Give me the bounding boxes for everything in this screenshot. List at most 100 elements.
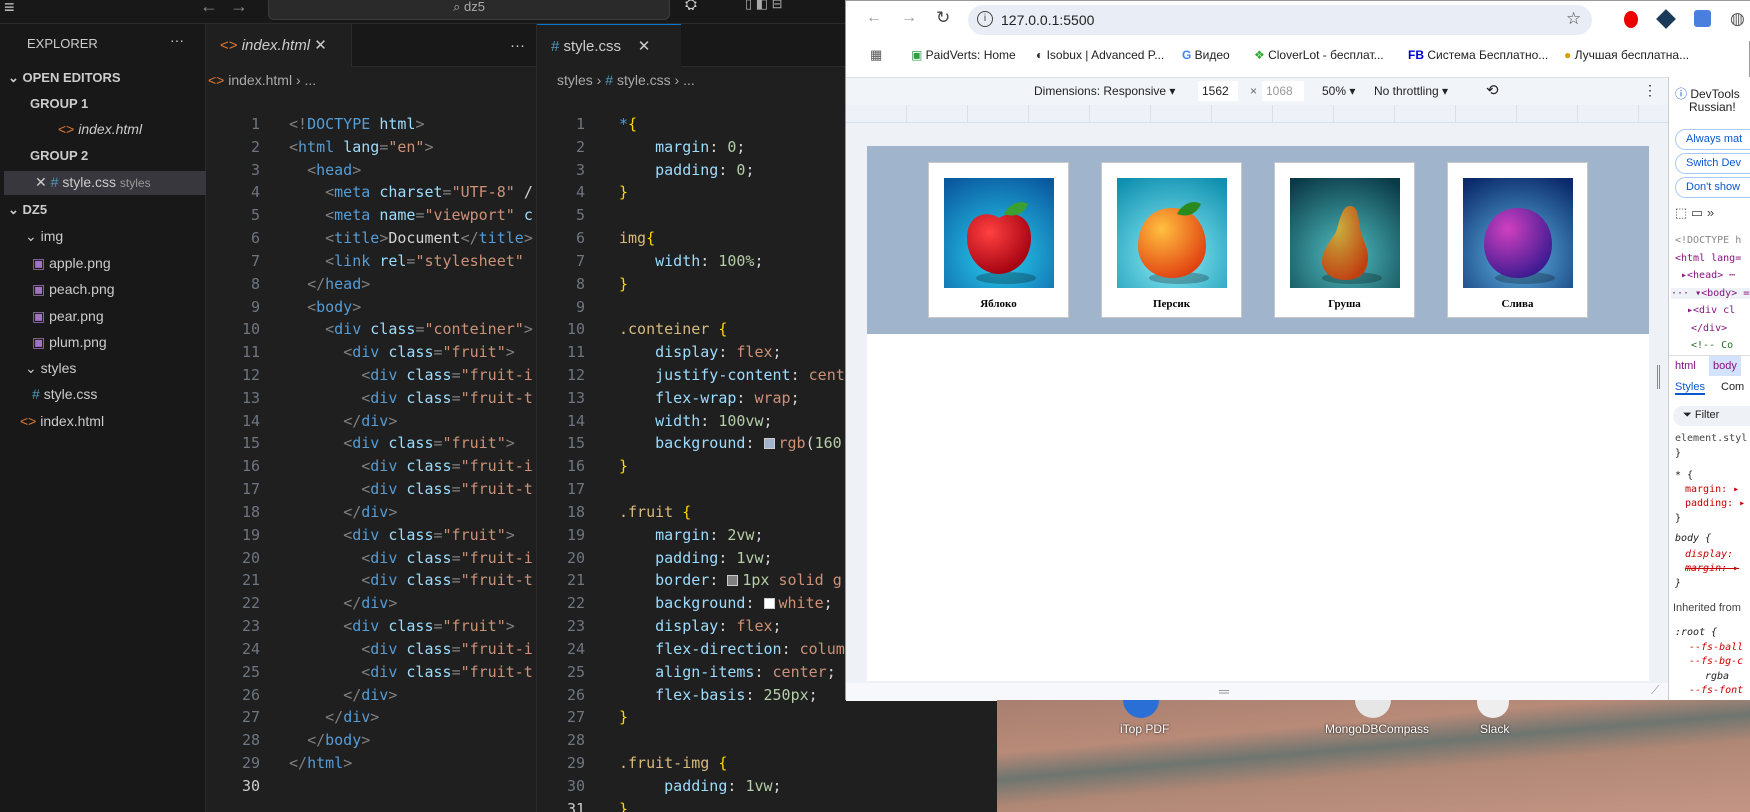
vpn-extension-icon[interactable]: ◍ — [1730, 9, 1745, 29]
code-token: div — [370, 639, 398, 658]
styles-filter-input[interactable]: ⏷ Filter — [1673, 406, 1750, 426]
desktop-icon-itop-pdf[interactable]: iTop PDF — [1120, 722, 1169, 736]
tab-index-html[interactable]: <> index.html ✕ — [206, 24, 352, 67]
file-pear-png[interactable]: ▣ pear.png — [32, 308, 104, 325]
file-index-html[interactable]: <> index.html — [20, 413, 104, 429]
open-editor-index-html[interactable]: <> index.html — [58, 121, 142, 137]
zoom-select[interactable]: 50% ▾ — [1322, 84, 1355, 98]
code-token: "fruit" — [442, 617, 506, 636]
code-token: </ — [343, 594, 362, 613]
always-match-button[interactable]: Always mat — [1675, 129, 1750, 150]
media-query-ruler[interactable] — [846, 105, 1668, 123]
slack-icon[interactable] — [1477, 700, 1509, 718]
opera-extension-icon[interactable] — [1624, 11, 1638, 28]
forward-arrow-icon[interactable]: → — [230, 0, 248, 17]
open-editors-section[interactable]: ⌄ OPEN EDITORS — [8, 70, 121, 86]
code-line: .fruit { — [619, 501, 691, 524]
apps-icon[interactable]: ▦ — [870, 47, 882, 63]
dom-node[interactable]: <html lang= — [1675, 253, 1741, 264]
dom-node[interactable]: <!-- Co — [1691, 340, 1733, 351]
html-code-area[interactable]: 1 <!DOCTYPE html> 2 <html lang="en"> 3 <head… — [206, 89, 536, 809]
code-token: = — [433, 617, 443, 636]
explorer-more-button[interactable]: ··· — [170, 32, 184, 48]
corner-resize-icon[interactable]: ⟋ — [1651, 683, 1659, 698]
style-rule-line: margin: ▸ — [1685, 563, 1740, 574]
height-input[interactable]: 1068 — [1262, 81, 1304, 101]
code-line: margin: 2vw; — [619, 524, 763, 547]
bookmark-paidverts[interactable]: ▣ PaidVerts: Home — [911, 48, 1016, 62]
desktop-icon-slack[interactable]: Slack — [1480, 722, 1509, 736]
dom-node[interactable]: ▸<head> ⋯ — [1681, 270, 1735, 281]
menu-icon[interactable]: ≡ — [4, 0, 15, 16]
bookmark-video[interactable]: G Видео — [1182, 48, 1230, 62]
code-token: { — [682, 502, 692, 521]
code-token: .fruit — [619, 502, 683, 521]
bookmark-isobux[interactable]: ◐ Isobux | Advanced P... — [1036, 48, 1164, 62]
bookmark-sistema[interactable]: FB Система Бесплатно... — [1408, 48, 1548, 62]
close-icon[interactable]: ✕ — [314, 37, 327, 54]
tab-style-css[interactable]: # style.css ✕ — [537, 24, 681, 67]
translate-extension-icon[interactable] — [1694, 10, 1711, 27]
folder-styles[interactable]: ⌄ styles — [25, 360, 76, 377]
dom-node[interactable]: <!DOCTYPE h — [1675, 235, 1741, 246]
devtools-tool-icons[interactable]: ⬚ ▭ » — [1675, 205, 1714, 221]
site-info-icon[interactable]: i — [977, 11, 993, 27]
device-toggle-icon[interactable]: ▭ — [1691, 205, 1703, 220]
dont-show-button[interactable]: Don't show — [1675, 177, 1750, 198]
dom-node[interactable]: </div> — [1691, 323, 1727, 334]
bookmark-luchshaya[interactable]: ● Лучшая бесплатна... — [1564, 48, 1689, 62]
breadcrumb-file[interactable]: style.css — [617, 72, 671, 88]
forward-icon[interactable]: → — [901, 9, 917, 27]
more-tabs-icon[interactable]: » — [1707, 205, 1714, 220]
file-plum-png[interactable]: ▣ plum.png — [32, 334, 107, 351]
crumb-html[interactable]: html — [1675, 360, 1696, 372]
folder-img[interactable]: ⌄ img — [25, 228, 63, 245]
file-apple-png[interactable]: ▣ apple.png — [32, 255, 111, 272]
code-line: </div> — [289, 501, 397, 524]
close-icon[interactable]: ✕ — [638, 38, 651, 55]
command-search-input[interactable]: ⌕ dz5 — [268, 0, 670, 20]
back-arrow-icon[interactable]: ← — [200, 0, 218, 17]
file-peach-png[interactable]: ▣ peach.png — [32, 281, 115, 298]
bookmark-star-icon[interactable]: ☆ — [1566, 9, 1581, 29]
more-options-icon[interactable]: ⋮ — [1643, 82, 1657, 99]
fruit-name: Яблоко — [980, 298, 1017, 310]
breadcrumb: styles › # style.css › ... — [557, 72, 695, 88]
more-actions-button[interactable]: ··· — [496, 24, 525, 67]
resize-handle-icon[interactable]: ═ — [1219, 683, 1229, 699]
inspect-icon[interactable]: ⬚ — [1675, 205, 1687, 220]
file-style-css[interactable]: # style.css — [32, 386, 97, 402]
line-number: 24 — [566, 639, 585, 658]
copilot-icon[interactable]: ⛭ — [685, 0, 697, 13]
mongodb-compass-icon[interactable] — [1355, 700, 1391, 718]
throttling-select[interactable]: No throttling ▾ — [1374, 84, 1448, 98]
crumb-body[interactable]: body — [1709, 356, 1741, 376]
breadcrumb-symbols[interactable]: ... — [305, 72, 317, 88]
breadcrumb-folder[interactable]: styles — [557, 72, 593, 88]
rotate-icon[interactable]: ⟲ — [1486, 81, 1499, 99]
folder-dz5[interactable]: ⌄ DZ5 — [8, 202, 47, 218]
layout-icons[interactable]: ▯ ◧ ⊟ — [745, 0, 783, 12]
dimensions-select[interactable]: Dimensions: Responsive ▾ — [1034, 84, 1175, 98]
width-input[interactable]: 1562 — [1198, 81, 1238, 101]
close-icon[interactable]: ✕ — [35, 174, 51, 190]
dom-node[interactable]: ▸<div cl — [1687, 305, 1735, 316]
dom-node[interactable]: ··· ▾<body> == — [1671, 287, 1750, 299]
code-token: < — [325, 320, 335, 339]
tab-computed[interactable]: Com — [1721, 381, 1744, 393]
back-icon[interactable]: ← — [866, 9, 882, 27]
extension-icon[interactable] — [1656, 9, 1676, 29]
breadcrumb-file[interactable]: index.html — [228, 72, 292, 88]
breadcrumb-symbols[interactable]: ... — [683, 72, 695, 88]
tab-styles[interactable]: Styles — [1675, 381, 1705, 395]
switch-devtools-button[interactable]: Switch Dev — [1675, 153, 1750, 174]
code-token: c — [523, 206, 533, 225]
bookmark-cloverlot[interactable]: ❖ CloverLot - бесплат... — [1254, 48, 1384, 62]
reload-icon[interactable]: ↻ — [936, 8, 950, 28]
address-bar[interactable]: i 127.0.0.1:5500 ☆ — [968, 5, 1592, 35]
css-code-area[interactable]: 1 *{2 margin: 0; 3 padding: 0; 4} 5 6 img{7 wi… — [537, 89, 845, 812]
desktop-icon-mongodb-compass[interactable]: MongoDBCompass — [1325, 722, 1429, 736]
itop-pdf-icon[interactable] — [1123, 700, 1159, 718]
side-resize-handle[interactable] — [1657, 365, 1660, 389]
